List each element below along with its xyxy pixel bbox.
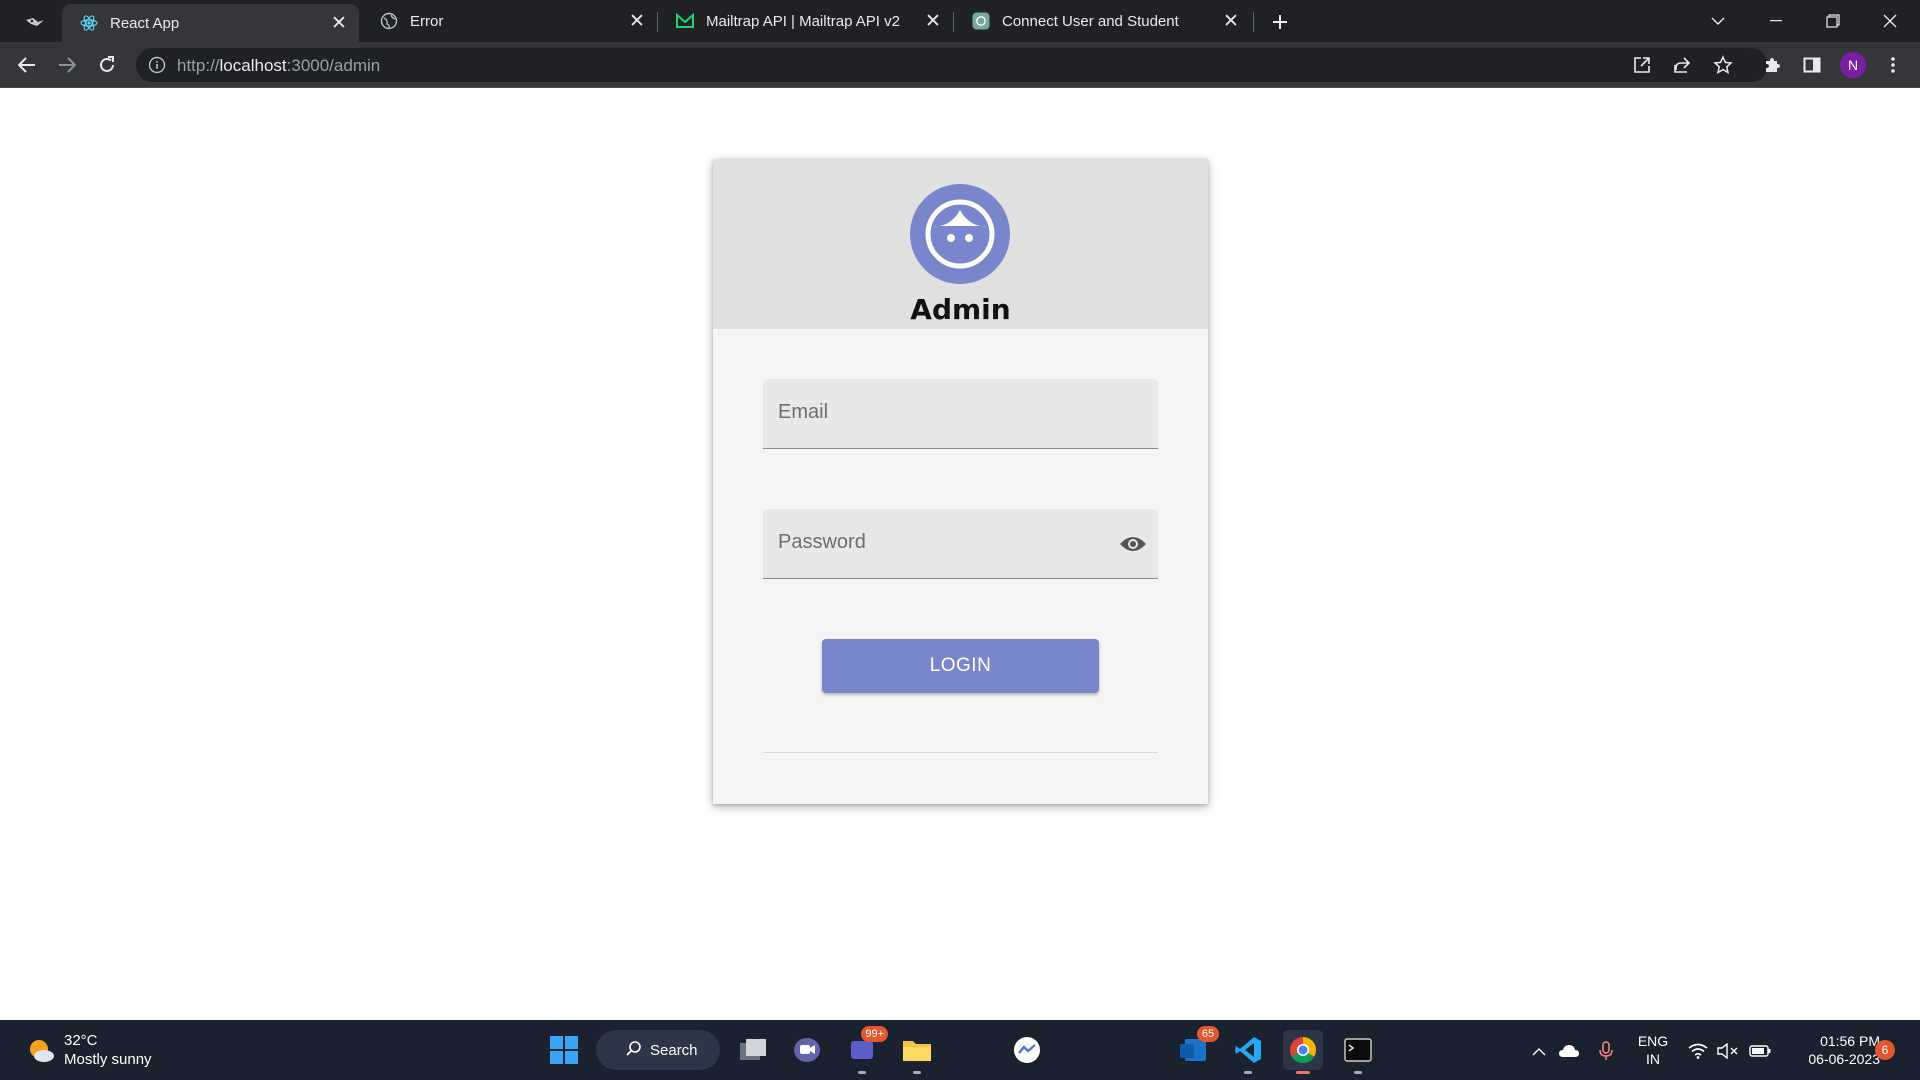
show-password-eye-icon[interactable] [1118,531,1148,557]
tab-react-app[interactable]: React App ✕ [62,4,359,42]
card-divider [763,752,1158,753]
start-windows-icon[interactable] [544,1030,584,1070]
tab-title: Mailtrap API | Mailtrap API v2 [706,12,900,30]
volume-muted-icon[interactable] [1716,1040,1740,1062]
running-indicator [1296,1071,1310,1074]
login-button[interactable]: LOGIN [822,639,1099,693]
chrome-icon[interactable] [1283,1030,1323,1074]
new-tab-plus-icon[interactable] [1265,8,1295,36]
address-url: http://localhost:3000/admin [177,56,380,76]
profile-initial: N [1840,52,1866,78]
wifi-icon[interactable] [1686,1040,1710,1062]
chatgpt-icon [972,12,990,30]
partly-sunny-icon [26,1036,56,1071]
back-arrow-icon[interactable] [10,48,44,82]
show-hidden-icons-chevron-up-icon[interactable] [1527,1040,1551,1062]
profile-avatar[interactable]: N [1836,48,1870,82]
extensions-puzzle-icon[interactable] [1755,48,1789,82]
messenger-app-icon[interactable] [1007,1030,1047,1070]
search-label: Search [650,1041,698,1059]
tab-close-icon[interactable]: ✕ [919,7,947,35]
browser-tab-strip: React App ✕ Error ✕ Mailtrap API | Mailt… [0,0,1920,42]
language-region: IN [1646,1051,1660,1067]
clock-time: 01:56 PM [1820,1033,1880,1049]
tab-close-icon[interactable]: ✕ [623,7,651,35]
restore-icon[interactable] [1805,0,1861,42]
clock-date: 06-06-2023 [1808,1051,1880,1067]
url-path: :3000/admin [286,56,381,75]
url-host: localhost [219,56,287,75]
password-placeholder: Password [778,531,866,553]
share-icon[interactable] [1673,56,1691,79]
url-scheme: http:// [177,56,220,75]
browser-menu-kebab-icon[interactable] [1876,48,1910,82]
terminal-icon[interactable] [1338,1030,1378,1074]
page-viewport: Admin Email Password LOGIN [0,89,1920,1020]
globe-icon [380,12,398,30]
mailtrap-icon [676,12,694,30]
card-header: Admin [713,159,1208,329]
address-bar[interactable]: http://localhost:3000/admin [136,48,1768,82]
admin-login-card: Admin Email Password LOGIN [713,159,1208,804]
system-clock[interactable]: 01:56 PM 06-06-2023 [1780,1032,1880,1068]
mail-badge: 65 [1197,1026,1219,1042]
search-icon [626,1040,642,1060]
tab-close-icon[interactable]: ✕ [1217,7,1245,35]
weather-temperature: 32°C [64,1032,98,1049]
running-indicator [1354,1071,1362,1074]
running-indicator [913,1071,921,1074]
tab-connect-user-student[interactable]: Connect User and Student ✕ [954,0,1251,42]
microphone-icon[interactable] [1594,1040,1618,1062]
windows-taskbar: 32°C Mostly sunny Search 99+ 65 ENG IN 0… [0,1020,1920,1080]
weather-widget[interactable]: 32°C Mostly sunny [24,1032,184,1070]
teams-chat-icon[interactable] [787,1030,827,1070]
face-avatar-icon [910,184,1010,284]
minimize-icon[interactable] [1748,0,1804,42]
tab-title: React App [110,14,180,32]
tab-title: Error [410,12,444,30]
bookmark-star-icon[interactable] [1713,55,1733,80]
tab-error[interactable]: Error ✕ [362,0,657,42]
running-indicator [858,1071,866,1074]
battery-icon[interactable] [1748,1040,1772,1062]
close-window-icon[interactable] [1862,0,1918,42]
taskbar-search-button[interactable]: Search [596,1030,720,1070]
page-title: Admin [910,293,1011,326]
site-info-icon[interactable] [148,56,166,79]
weather-condition: Mostly sunny [64,1051,152,1068]
tab-search-icon[interactable] [18,10,52,34]
input-language-indicator[interactable]: ENG IN [1634,1032,1672,1068]
outlook-mail-icon[interactable]: 65 [1173,1026,1219,1070]
forward-arrow-icon[interactable] [50,48,84,82]
onedrive-cloud-icon[interactable] [1557,1040,1581,1062]
task-view-icon[interactable] [733,1030,773,1070]
email-field[interactable]: Email [763,379,1158,449]
browser-toolbar: http://localhost:3000/admin N [0,42,1920,88]
tab-list-chevron-down-icon[interactable] [1690,0,1746,42]
email-placeholder: Email [778,401,829,423]
react-icon [80,14,98,32]
tab-separator [1253,12,1254,32]
vscode-icon[interactable] [1228,1030,1268,1074]
tab-close-icon[interactable]: ✕ [325,9,353,37]
side-panel-icon[interactable] [1795,48,1829,82]
reload-icon[interactable] [90,48,124,82]
file-explorer-folder-icon[interactable] [897,1030,937,1074]
language-code: ENG [1637,1033,1669,1049]
teams-badge: 99+ [861,1026,888,1042]
teams-work-icon[interactable]: 99+ [842,1026,888,1074]
running-indicator [1244,1071,1252,1074]
tab-title: Connect User and Student [1002,12,1179,30]
tab-mailtrap[interactable]: Mailtrap API | Mailtrap API v2 ✕ [658,0,953,42]
notification-count-badge[interactable]: 6 [1875,1040,1895,1060]
password-field[interactable]: Password [763,509,1158,579]
open-in-app-icon[interactable] [1633,56,1651,79]
